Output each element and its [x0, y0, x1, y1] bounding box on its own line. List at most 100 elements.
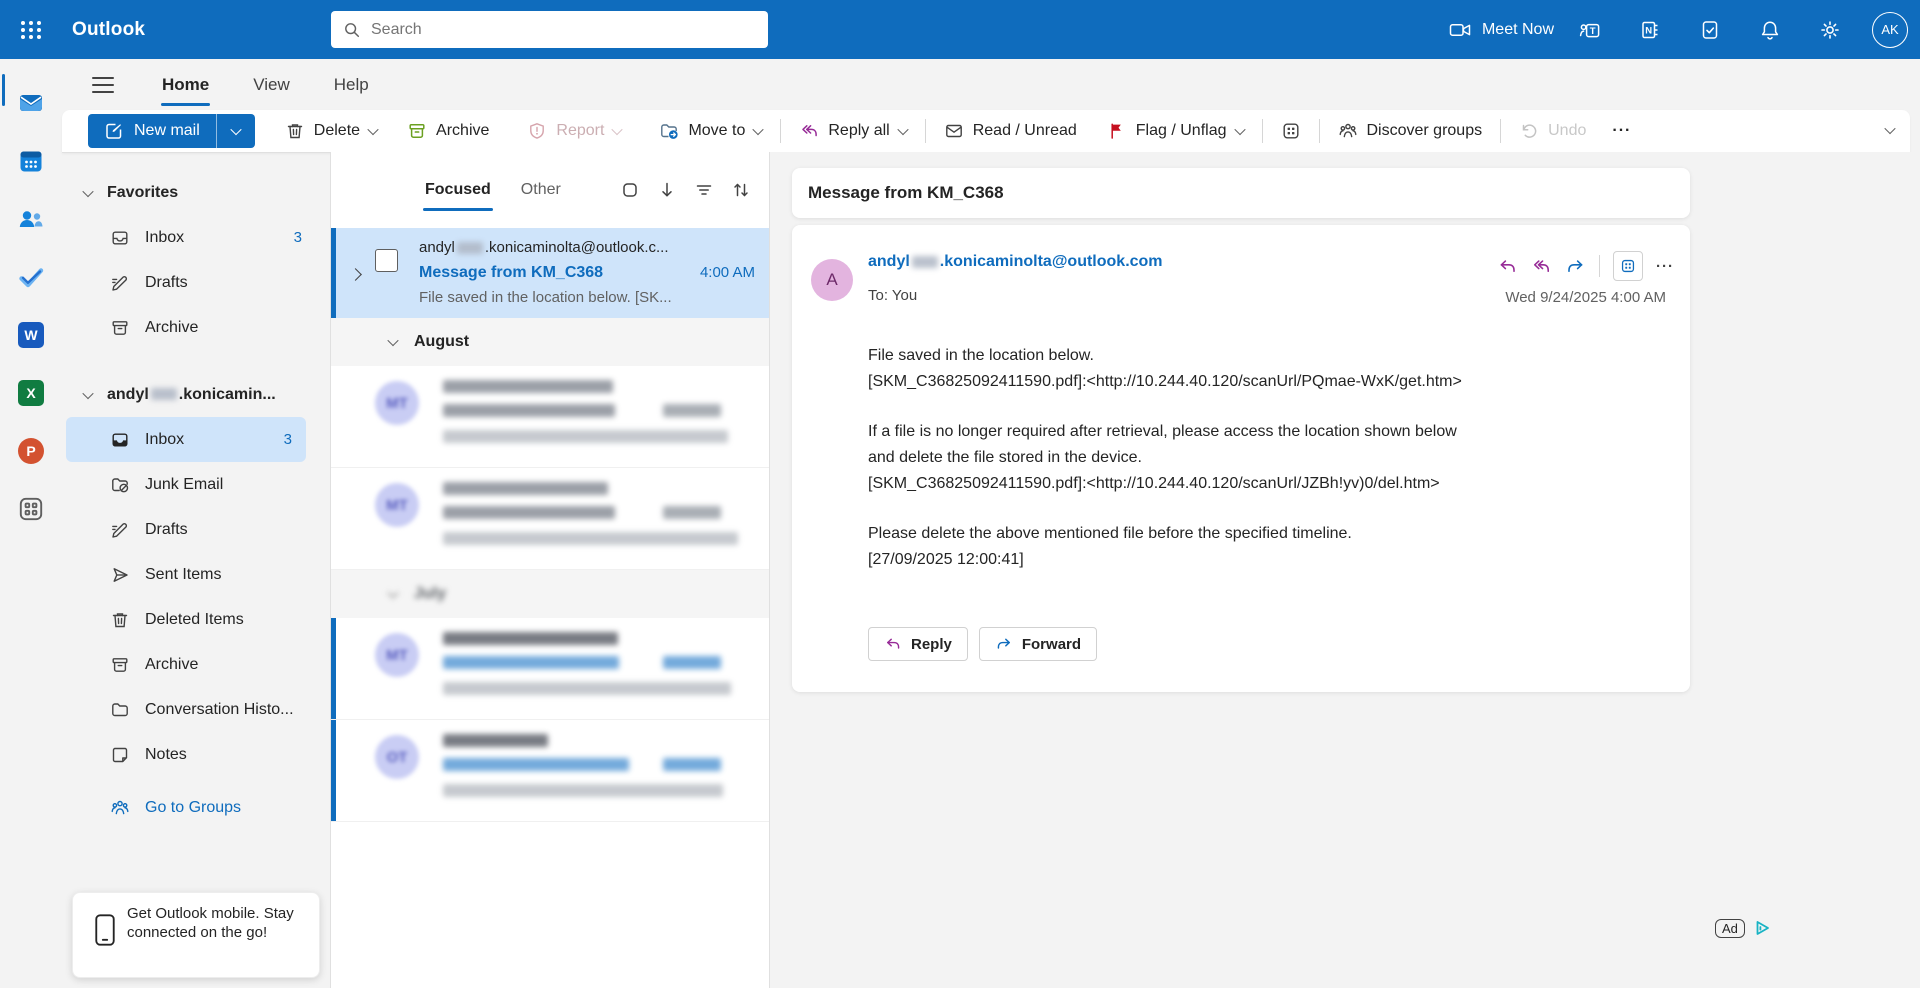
- list-item-redacted[interactable]: MT: [331, 366, 769, 468]
- reply-icon[interactable]: [1497, 256, 1518, 277]
- undo-button[interactable]: Undo: [1511, 115, 1594, 147]
- board-view-button[interactable]: [1273, 115, 1309, 147]
- tab-view[interactable]: View: [251, 71, 292, 99]
- phone-icon: [93, 913, 117, 947]
- message-checkbox[interactable]: [375, 249, 398, 272]
- app-launcher-icon[interactable]: [8, 7, 54, 53]
- expand-conversation-chevron[interactable]: [349, 268, 362, 281]
- toolbar-more-button[interactable]: ···: [1604, 116, 1639, 146]
- move-down-icon[interactable]: [657, 180, 677, 200]
- sender-avatar[interactable]: A: [811, 259, 853, 301]
- apps-grid-button[interactable]: [1613, 251, 1643, 281]
- forward-button[interactable]: Forward: [979, 627, 1097, 661]
- folder-favorites-drafts[interactable]: Drafts: [62, 260, 330, 305]
- adchoices-icon[interactable]: [1753, 918, 1773, 938]
- conversation-title: Message from KM_C368: [808, 183, 1004, 203]
- group-header-july[interactable]: July: [331, 570, 769, 618]
- word-module-icon[interactable]: W: [16, 321, 46, 349]
- flag-unflag-button[interactable]: Flag / Unflag: [1099, 115, 1252, 147]
- report-button[interactable]: Report: [519, 115, 629, 147]
- go-to-groups-link[interactable]: Go to Groups: [62, 785, 330, 830]
- meet-now-button[interactable]: Meet Now: [1448, 18, 1554, 42]
- notifications-bell-icon[interactable]: [1746, 6, 1794, 54]
- search-input[interactable]: [369, 20, 768, 40]
- sender-email-link[interactable]: andyl.konicaminolta@outlook.com: [868, 253, 1163, 271]
- redacted-text: [912, 256, 938, 268]
- delete-button[interactable]: Delete: [277, 115, 385, 147]
- chevron-down-icon: [82, 185, 93, 196]
- account-section-header[interactable]: andyl.konicamin...: [62, 372, 330, 417]
- account-avatar[interactable]: AK: [1872, 12, 1908, 48]
- folder-favorites-archive[interactable]: Archive: [62, 305, 330, 350]
- powerpoint-module-icon[interactable]: P: [16, 437, 46, 465]
- hamburger-menu-icon[interactable]: [86, 68, 120, 102]
- excel-module-icon[interactable]: X: [16, 379, 46, 407]
- list-item-redacted[interactable]: MT: [331, 468, 769, 570]
- chevron-down-icon: [387, 335, 398, 346]
- avatar[interactable]: MT: [375, 381, 419, 425]
- folder-notes[interactable]: Notes: [62, 732, 330, 777]
- teams-icon[interactable]: T: [1566, 6, 1614, 54]
- message-more-button[interactable]: ···: [1656, 258, 1674, 275]
- people-module-icon[interactable]: [16, 205, 46, 233]
- message-subject: Message from KM_C368: [419, 260, 603, 285]
- avatar[interactable]: MT: [375, 483, 419, 527]
- avatar[interactable]: OT: [375, 735, 419, 779]
- more-apps-icon[interactable]: [16, 495, 46, 523]
- todo-icon[interactable]: [1686, 6, 1734, 54]
- tab-home[interactable]: Home: [160, 71, 211, 99]
- archive-button[interactable]: Archive: [399, 115, 497, 147]
- groups-icon: [110, 798, 130, 818]
- onenote-icon[interactable]: N: [1626, 6, 1674, 54]
- folder-deleted-items[interactable]: Deleted Items: [62, 597, 330, 642]
- folder-archive[interactable]: Archive: [62, 642, 330, 687]
- note-icon: [110, 745, 130, 765]
- discover-groups-button[interactable]: Discover groups: [1330, 115, 1491, 147]
- sort-icon[interactable]: [731, 180, 751, 200]
- select-messages-icon[interactable]: [620, 180, 640, 200]
- mail-module-icon[interactable]: [16, 89, 46, 117]
- new-mail-button[interactable]: New mail: [88, 114, 255, 148]
- calendar-module-icon[interactable]: [16, 147, 46, 175]
- filter-icon[interactable]: [694, 180, 714, 200]
- list-item-redacted-unread[interactable]: MT: [331, 618, 769, 720]
- tab-other[interactable]: Other: [519, 177, 563, 203]
- message-list-header: Focused Other: [331, 152, 769, 228]
- folder-junk-email[interactable]: Junk Email: [62, 462, 330, 507]
- new-mail-dropdown[interactable]: [216, 114, 255, 148]
- junk-folder-icon: [110, 475, 130, 495]
- reply-button[interactable]: Reply: [868, 627, 968, 661]
- tab-focused[interactable]: Focused: [423, 177, 493, 203]
- body-line: [SKM_C36825092411590.pdf]:<http://10.244…: [868, 471, 1658, 497]
- search-box[interactable]: [331, 11, 768, 48]
- ad-badge[interactable]: Ad: [1715, 919, 1745, 938]
- redacted-subject: [443, 758, 629, 771]
- inbox-icon: [110, 228, 130, 248]
- avatar[interactable]: MT: [375, 633, 419, 677]
- settings-gear-icon[interactable]: [1806, 6, 1854, 54]
- search-icon: [343, 21, 361, 39]
- folder-favorites-inbox[interactable]: Inbox 3: [62, 215, 330, 260]
- folder-sent-items[interactable]: Sent Items: [62, 552, 330, 597]
- list-item-selected-message[interactable]: andyl.konicaminolta@outlook.c... Message…: [331, 228, 769, 318]
- toolbar-collapse-chevron[interactable]: [1884, 123, 1895, 134]
- message-list: Focused Other andyl.konicaminolta@outloo…: [330, 152, 770, 988]
- redacted-sender: [443, 482, 608, 495]
- favorites-section-header[interactable]: Favorites: [62, 170, 330, 215]
- forward-icon[interactable]: [1565, 256, 1586, 277]
- inbox-filled-icon: [110, 430, 130, 450]
- folder-inbox-selected[interactable]: Inbox 3: [66, 417, 306, 462]
- todo-module-icon[interactable]: [16, 263, 46, 291]
- reply-all-button[interactable]: Reply all: [791, 115, 914, 147]
- list-item-redacted-unread[interactable]: OT: [331, 720, 769, 822]
- selection-accent-bar: [331, 228, 336, 318]
- read-unread-button[interactable]: Read / Unread: [936, 115, 1085, 147]
- group-header-august[interactable]: August: [331, 318, 769, 366]
- tab-help[interactable]: Help: [332, 71, 371, 99]
- reply-all-icon[interactable]: [1531, 256, 1552, 277]
- folder-pane: Favorites Inbox 3 Drafts Archive andyl.k…: [62, 152, 330, 988]
- folder-conversation-history[interactable]: Conversation Histo...: [62, 687, 330, 732]
- folder-drafts[interactable]: Drafts: [62, 507, 330, 552]
- move-to-button[interactable]: Move to: [651, 115, 770, 147]
- get-outlook-mobile-card[interactable]: Get Outlook mobile. Stay connected on th…: [72, 892, 320, 978]
